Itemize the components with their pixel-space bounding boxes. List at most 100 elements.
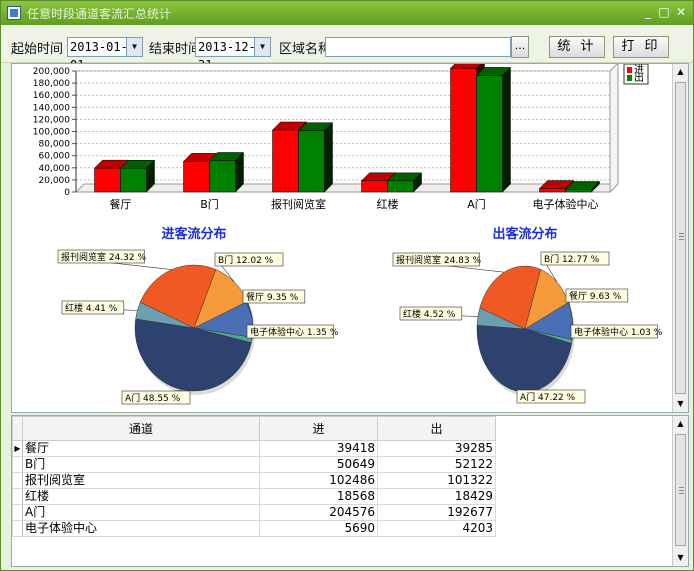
- pie-label: 报刊阅览室 24.83 %: [396, 254, 481, 266]
- bar: [272, 129, 299, 193]
- pie-label: 红楼 4.41 %: [65, 302, 118, 314]
- cell-channel[interactable]: B门: [22, 456, 260, 473]
- data-grid: 通道 进 出 ▶ 餐厅 39418 39285 B门 50649 52122 报刊阅览室 1…: [12, 416, 496, 537]
- pie-label: B门 12.77 %: [544, 253, 600, 265]
- app-icon: [7, 6, 21, 20]
- table-header-row: 通道 进 出: [12, 416, 496, 441]
- y-tick-label: 40,000: [39, 164, 71, 174]
- pie-label: 电子体验中心 1.03 %: [574, 326, 663, 338]
- plot-side-wall: [609, 64, 619, 194]
- cell-out[interactable]: 52122: [377, 456, 496, 473]
- legend-label: 出: [634, 71, 644, 84]
- bar: [539, 188, 566, 193]
- legend-swatch: [627, 67, 632, 73]
- bar: [361, 180, 388, 193]
- y-tick-label: 100,000: [33, 128, 70, 138]
- scroll-down-icon[interactable]: ▼: [673, 550, 688, 566]
- pie-label: B门 12.02 %: [218, 254, 274, 266]
- y-tick-label: 140,000: [33, 103, 70, 113]
- cell-out[interactable]: 39285: [377, 440, 496, 457]
- start-time-select[interactable]: 2013-01-01 ▼: [67, 37, 143, 72]
- chart-canvas: 0 20,000 40,000 60,000 80,000 100,000 120,000 1…: [33, 64, 663, 405]
- cell-out[interactable]: 192677: [377, 504, 496, 521]
- cell-in[interactable]: 102486: [259, 472, 378, 489]
- table-row[interactable]: 红楼 18568 18429: [12, 488, 496, 505]
- cell-out[interactable]: 18429: [377, 488, 496, 505]
- area-name-input[interactable]: [325, 37, 511, 57]
- bar: [450, 67, 477, 193]
- column-header-out[interactable]: 出: [377, 416, 496, 441]
- close-icon[interactable]: ✕: [674, 4, 688, 20]
- column-header-channel[interactable]: 通道: [22, 416, 260, 441]
- table-row[interactable]: 报刊阅览室 102486 101322: [12, 472, 496, 489]
- query-toolbar: 起始时间 2013-01-01 ▼ 结束时间 2013-12-31 ▼ 区域名称…: [1, 25, 693, 72]
- pie-label: A门 48.55 %: [125, 392, 181, 404]
- scroll-up-icon[interactable]: ▲: [673, 416, 688, 432]
- column-header-in[interactable]: 进: [259, 416, 378, 441]
- y-tick-label: 120,000: [33, 115, 70, 125]
- scrollbar-thumb[interactable]: [675, 82, 686, 394]
- pie-label: 餐厅 9.63 %: [569, 290, 622, 302]
- table-row[interactable]: ▶ 餐厅 39418 39285: [12, 440, 496, 457]
- legend-swatch: [627, 75, 632, 81]
- row-indicator-header: [12, 416, 23, 441]
- maximize-icon[interactable]: □: [657, 4, 671, 20]
- end-time-label: 结束时间: [149, 42, 202, 57]
- x-tick-label: B门: [200, 197, 219, 211]
- pie-label: 餐厅 9.35 %: [246, 291, 299, 303]
- chart-panel: 0 20,000 40,000 60,000 80,000 100,000 120,000 1…: [11, 63, 689, 413]
- pie-title: 进客流分布: [161, 226, 226, 242]
- pie-label: 红楼 4.52 %: [403, 308, 456, 320]
- chevron-down-icon[interactable]: ▼: [126, 38, 142, 56]
- cell-in[interactable]: 50649: [259, 456, 378, 473]
- pie-label: 报刊阅览室 24.32 %: [61, 251, 146, 263]
- cell-in[interactable]: 39418: [259, 440, 378, 457]
- cell-out[interactable]: 4203: [377, 520, 496, 537]
- bar: [298, 130, 325, 193]
- x-tick-label: 报刊阅览室: [271, 197, 326, 211]
- y-tick-label: 60,000: [39, 152, 71, 162]
- y-tick-label: 80,000: [39, 140, 71, 150]
- browse-button[interactable]: ...: [511, 36, 529, 58]
- table-row[interactable]: B门 50649 52122: [12, 456, 496, 473]
- table-panel: 通道 进 出 ▶ 餐厅 39418 39285 B门 50649 52122 报刊阅览室 1…: [11, 415, 689, 567]
- main-window: 任意时段通道客流汇总统计 _ □ ✕ 起始时间 2013-01-01 ▼ 结束时…: [0, 0, 694, 571]
- scroll-down-icon[interactable]: ▼: [673, 396, 688, 412]
- table-row[interactable]: A门 204576 192677: [12, 504, 496, 521]
- plot-floor: [74, 183, 620, 193]
- cell-channel[interactable]: 报刊阅览室: [22, 472, 260, 489]
- scrollbar-thumb[interactable]: [675, 434, 686, 546]
- cell-in[interactable]: 204576: [259, 504, 378, 521]
- chevron-down-icon[interactable]: ▼: [254, 38, 270, 56]
- title-bar: 任意时段通道客流汇总统计 _ □ ✕: [1, 1, 693, 25]
- pie-title: 出客流分布: [492, 226, 557, 242]
- end-time-select[interactable]: 2013-12-31 ▼: [195, 37, 271, 72]
- table-scrollbar[interactable]: ▲ ▼: [672, 416, 688, 566]
- cell-out[interactable]: 101322: [377, 472, 496, 489]
- x-tick-label: 红楼: [377, 197, 399, 211]
- bar-side: [324, 122, 333, 193]
- window-title: 任意时段通道客流汇总统计: [27, 7, 172, 21]
- bar: [94, 167, 121, 193]
- start-time-label: 起始时间: [11, 42, 64, 57]
- y-tick-label: 0: [64, 188, 70, 198]
- table-row[interactable]: 电子体验中心 5690 4203: [12, 520, 496, 537]
- cell-in[interactable]: 5690: [259, 520, 378, 537]
- cell-channel[interactable]: A门: [22, 504, 260, 521]
- print-button[interactable]: 打 印: [613, 36, 669, 58]
- x-tick-label: A门: [467, 197, 486, 211]
- area-name-label: 区域名称: [279, 42, 332, 57]
- cell-in[interactable]: 18568: [259, 488, 378, 505]
- cell-channel[interactable]: 电子体验中心: [22, 520, 260, 537]
- bar: [120, 167, 147, 193]
- chart-scrollbar[interactable]: ▲ ▼: [672, 64, 688, 412]
- y-tick-label: 20,000: [39, 176, 71, 186]
- stat-button[interactable]: 统 计: [549, 36, 605, 58]
- cell-channel[interactable]: 餐厅: [22, 440, 260, 457]
- pie-label: 电子体验中心 1.35 %: [250, 326, 339, 338]
- cell-channel[interactable]: 红楼: [22, 488, 260, 505]
- y-tick-label: 200,000: [33, 67, 70, 77]
- scroll-up-icon[interactable]: ▲: [673, 64, 688, 80]
- minimize-icon[interactable]: _: [641, 4, 655, 20]
- bar: [183, 161, 210, 193]
